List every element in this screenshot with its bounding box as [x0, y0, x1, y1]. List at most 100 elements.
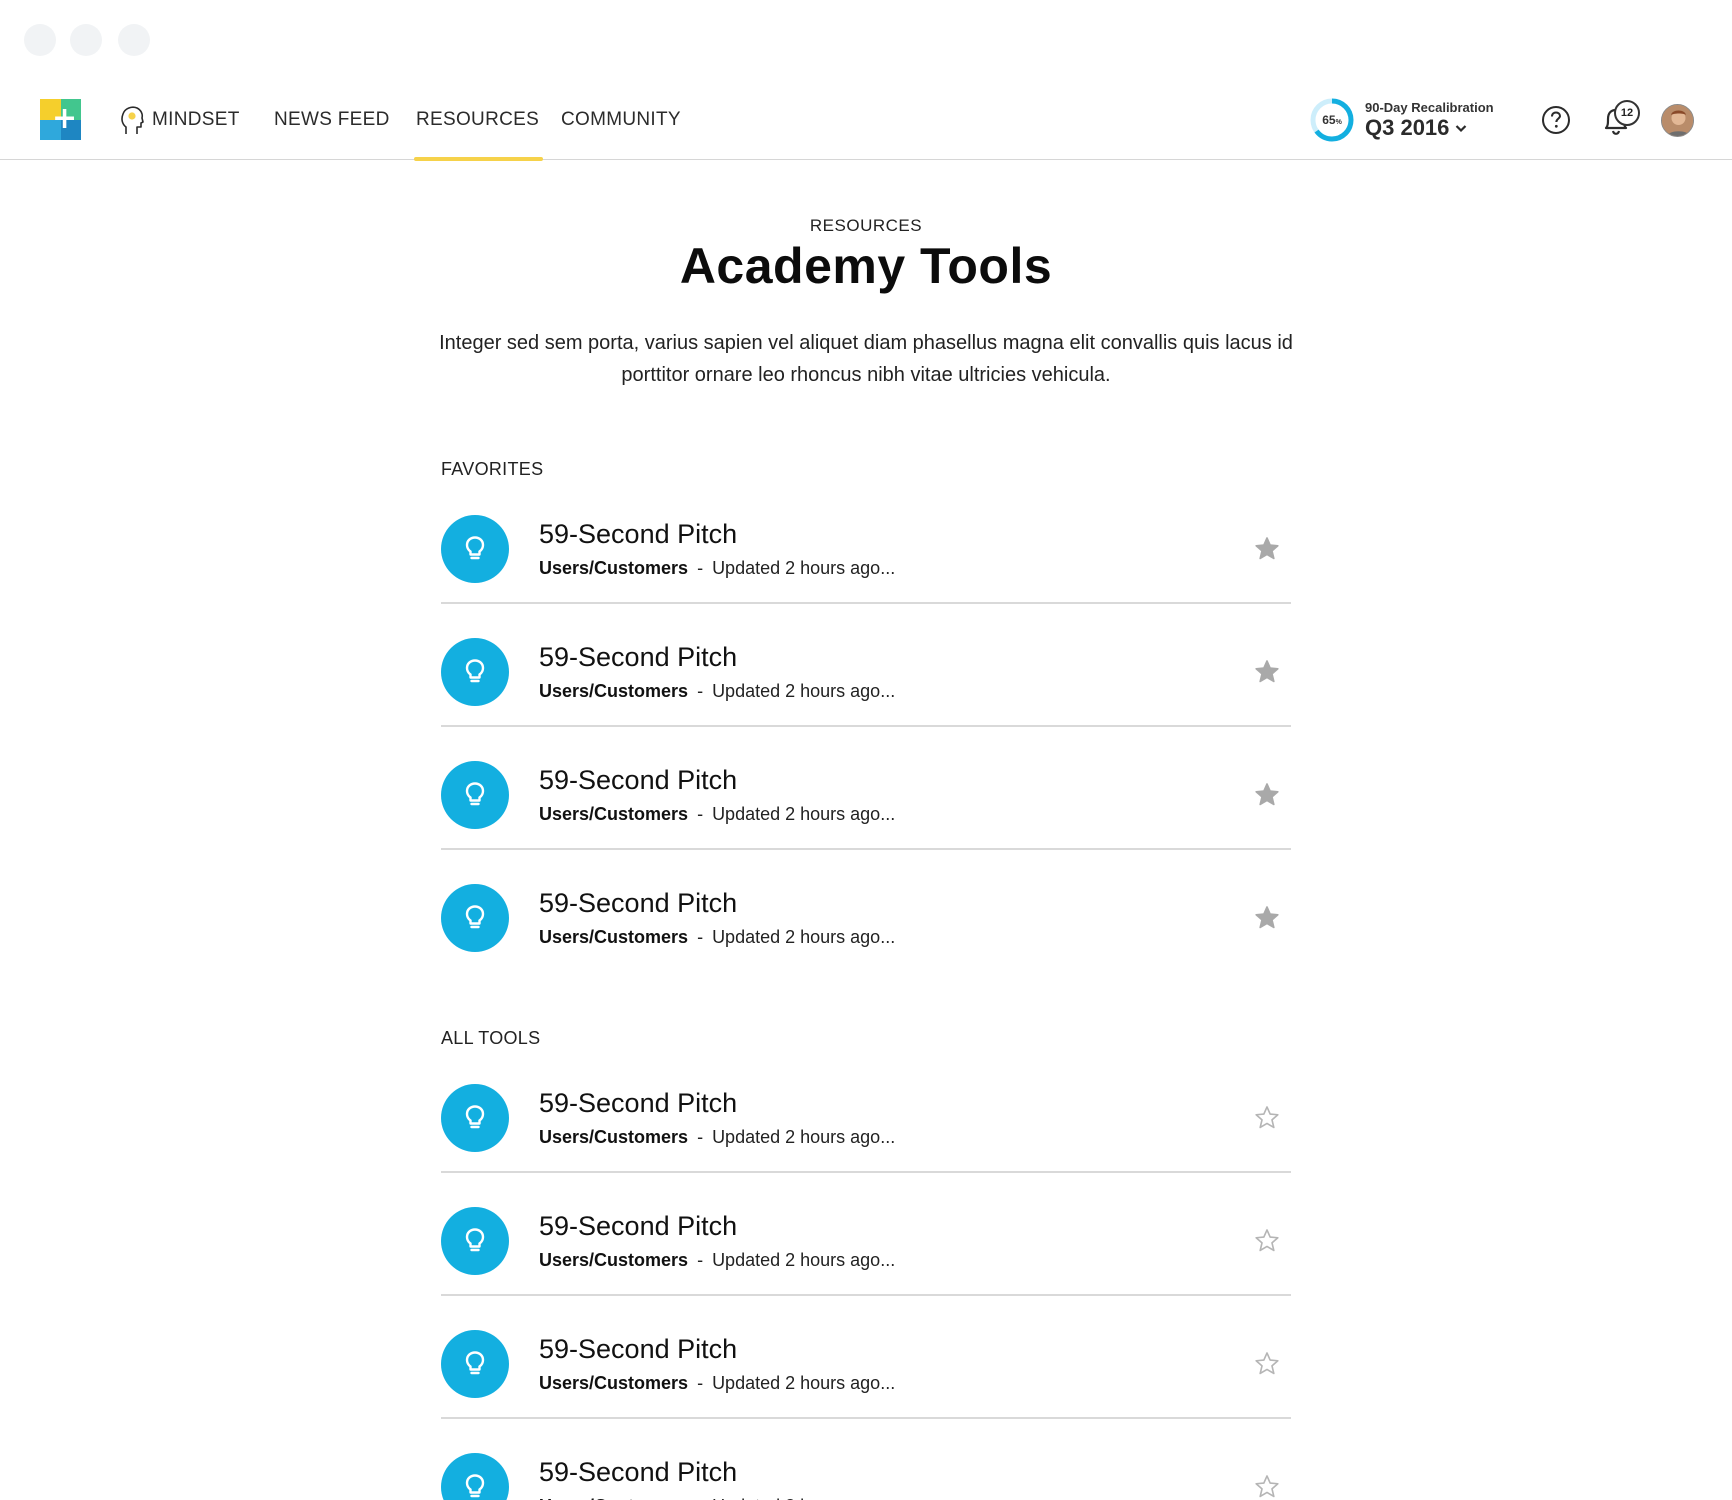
recalibration-value: Q3 2016: [1365, 115, 1450, 140]
help-icon[interactable]: [1541, 105, 1571, 135]
tool-updated: Updated 2 hours ago...: [712, 1127, 896, 1147]
tool-name[interactable]: 59-Second Pitch: [539, 1211, 737, 1242]
tool-icon-button[interactable]: [441, 515, 509, 583]
tool-name[interactable]: 59-Second Pitch: [539, 1088, 737, 1119]
star-filled-icon[interactable]: [1254, 905, 1280, 931]
lightbulb-icon: [465, 782, 485, 806]
all-tools-heading: ALL TOOLS: [441, 1028, 541, 1048]
tool-meta: Users/Customers-Updated 2 hours ago...: [539, 1127, 895, 1148]
tool-row[interactable]: 59-Second Pitch Users/Customers-Updated 2…: [441, 850, 1291, 973]
tool-updated: Updated 2 hours ago...: [712, 1250, 896, 1270]
tool-icon-button[interactable]: [441, 1207, 509, 1275]
tool-icon-button[interactable]: [441, 638, 509, 706]
tool-updated: Updated 2 hours ago...: [712, 927, 896, 947]
tool-name[interactable]: 59-Second Pitch: [539, 519, 737, 550]
tool-meta: Users/Customers-Updated 2 hours ago...: [539, 1373, 895, 1394]
chevron-down-icon: [1456, 124, 1467, 132]
tool-row[interactable]: 59-Second Pitch Users/Customers-Updated 2…: [441, 1173, 1291, 1296]
progress-percent: 65%: [1322, 113, 1342, 127]
head-bulb-icon: [121, 106, 144, 134]
nav-item-community[interactable]: COMMUNITY: [561, 80, 681, 160]
tool-row[interactable]: 59-Second Pitch Users/Customers-Updated 2…: [441, 481, 1291, 604]
window-chrome: [0, 0, 1732, 80]
tool-updated: Updated 2 hours ago...: [712, 558, 896, 578]
star-filled-icon[interactable]: [1254, 659, 1280, 685]
nav-item-news-feed[interactable]: NEWS FEED: [274, 80, 390, 160]
tool-meta-separator: -: [697, 1250, 704, 1270]
tool-meta-separator: -: [697, 927, 704, 947]
tool-row[interactable]: 59-Second Pitch Users/Customers-Updated 2…: [441, 1296, 1291, 1419]
tool-row[interactable]: 59-Second Pitch Users/Customers-Updated 2…: [441, 1050, 1291, 1173]
window-close-button[interactable]: [24, 24, 56, 56]
nav-item-mindset[interactable]: MINDSET: [120, 80, 240, 160]
lightbulb-icon: [465, 659, 485, 683]
avatar[interactable]: [1661, 104, 1694, 137]
tool-row[interactable]: 59-Second Pitch Users/Customers-Updated 2…: [441, 727, 1291, 850]
tool-icon-button[interactable]: [441, 884, 509, 952]
star-outline-icon[interactable]: [1254, 1105, 1280, 1131]
tool-category: Users/Customers: [539, 1496, 688, 1500]
lightbulb-icon: [465, 536, 485, 560]
tool-meta-separator: -: [697, 1127, 704, 1147]
recalibration-label: 90-Day Recalibration: [1365, 100, 1494, 115]
tool-category: Users/Customers: [539, 1250, 689, 1270]
top-navigation: + MINDSET NEWS FEED RESOURCES COMMUNITY …: [0, 80, 1732, 161]
tool-meta: Users/Customers-Updated 2 hours ago...: [539, 804, 895, 825]
favorites-heading: FAVORITES: [441, 459, 544, 479]
tool-row[interactable]: 59-Second Pitch Users/Customers - Updated 2…: [441, 1419, 1291, 1500]
lightbulb-icon: [465, 905, 485, 929]
tool-meta: Users/Customers-Updated 2 hours ago...: [539, 927, 895, 948]
tool-updated: Updated 2 hours ago...: [712, 804, 896, 824]
nav-item-label: MINDSET: [152, 109, 240, 130]
tool-category: Users/Customers: [539, 927, 689, 947]
page-description: Integer sed sem porta, varius sapien vel…: [439, 332, 1293, 386]
tool-category: Users/Customers: [539, 1373, 689, 1393]
tool-category: Users/Customers: [539, 558, 689, 578]
star-filled-icon[interactable]: [1254, 782, 1280, 808]
tool-updated: Updated 2 hours ago...: [712, 1373, 896, 1393]
user-avatar-icon: [1662, 105, 1693, 136]
tool-category: Users/Customers: [539, 681, 689, 701]
window-maximize-button[interactable]: [118, 24, 150, 56]
tool-meta-separator: -: [697, 681, 704, 701]
progress-ring[interactable]: 65%: [1309, 97, 1355, 143]
tool-meta: Users/Customers-Updated 2 hours ago...: [539, 1250, 895, 1271]
tool-name[interactable]: 59-Second Pitch: [539, 642, 737, 673]
tool-meta-separator: -: [697, 804, 704, 824]
tool-icon-button[interactable]: [441, 1330, 509, 1398]
tool-name[interactable]: 59-Second Pitch: [539, 888, 737, 919]
tool-name[interactable]: 59-Second Pitch: [539, 1334, 737, 1365]
tool-icon-button[interactable]: [441, 1084, 509, 1152]
nav-item-label: COMMUNITY: [561, 109, 681, 130]
tool-meta-separator: -: [697, 558, 704, 578]
star-outline-icon[interactable]: [1254, 1474, 1280, 1500]
star-outline-icon[interactable]: [1254, 1351, 1280, 1377]
tool-icon-button[interactable]: [441, 1453, 509, 1500]
lightbulb-icon: [465, 1351, 485, 1375]
lightbulb-icon: [465, 1474, 485, 1498]
tool-meta: Users/Customers - Updated 2 hours ago...: [539, 1496, 895, 1500]
tool-row[interactable]: 59-Second Pitch Users/Customers-Updated 2…: [441, 604, 1291, 727]
tool-updated: Updated 2 hours ago...: [712, 1496, 895, 1500]
star-filled-icon[interactable]: [1254, 536, 1280, 562]
nav-item-label: NEWS FEED: [274, 109, 390, 130]
nav-item-resources[interactable]: RESOURCES: [413, 80, 544, 161]
tool-category: Users/Customers: [539, 1127, 689, 1147]
window-minimize-button[interactable]: [70, 24, 102, 56]
tool-meta-separator: -: [697, 1496, 703, 1500]
app-logo[interactable]: +: [40, 99, 81, 140]
tool-category: Users/Customers: [539, 804, 689, 824]
tool-meta-separator: -: [697, 1373, 704, 1393]
tool-name[interactable]: 59-Second Pitch: [539, 765, 737, 796]
tool-icon-button[interactable]: [441, 761, 509, 829]
tool-updated: Updated 2 hours ago...: [712, 681, 896, 701]
page-eyebrow: RESOURCES: [809, 216, 923, 235]
tool-meta: Users/Customers-Updated 2 hours ago...: [539, 681, 895, 702]
star-outline-icon[interactable]: [1254, 1228, 1280, 1254]
notification-badge: 12: [1614, 100, 1640, 126]
page-title: Academy Tools: [679, 238, 1053, 294]
tool-name[interactable]: 59-Second Pitch: [539, 1457, 737, 1488]
recalibration-dropdown[interactable]: Q3 2016: [1365, 115, 1467, 141]
tool-meta: Users/Customers-Updated 2 hours ago...: [539, 558, 895, 579]
nav-item-label: RESOURCES: [416, 109, 540, 130]
